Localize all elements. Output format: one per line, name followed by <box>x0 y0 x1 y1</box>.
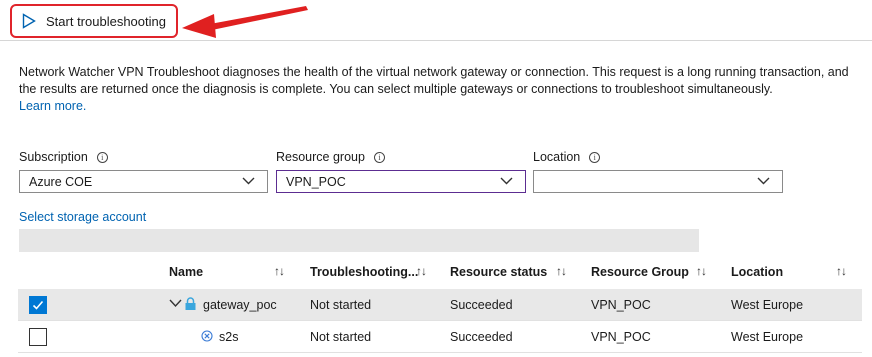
subscription-label: Subscription i <box>19 150 108 164</box>
gateway-table: Name ↑↓ Troubleshooting... ↑↓ Resource s… <box>18 259 862 353</box>
chevron-down-icon <box>242 177 255 185</box>
column-header-location[interactable]: Location <box>731 265 783 279</box>
chevron-down-icon <box>757 177 770 185</box>
location-select[interactable] <box>533 170 783 193</box>
row-location: West Europe <box>731 330 804 344</box>
select-storage-account-link[interactable]: Select storage account <box>19 210 146 224</box>
connection-icon <box>201 330 213 345</box>
info-icon[interactable]: i <box>589 151 601 163</box>
row-checkbox[interactable] <box>29 328 47 346</box>
row-name: gateway_poc <box>203 298 277 312</box>
sort-icon[interactable]: ↑↓ <box>696 264 707 278</box>
annotation-arrow-icon <box>182 6 308 38</box>
resource-group-value: VPN_POC <box>286 174 346 189</box>
sort-icon[interactable]: ↑↓ <box>836 264 847 278</box>
location-label: Location i <box>533 150 601 164</box>
column-header-troubleshooting[interactable]: Troubleshooting... <box>310 265 418 279</box>
sort-icon[interactable]: ↑↓ <box>556 264 567 278</box>
description-body: Network Watcher VPN Troubleshoot diagnos… <box>19 65 849 96</box>
info-icon[interactable]: i <box>96 151 108 163</box>
sort-icon[interactable]: ↑↓ <box>416 264 427 278</box>
column-header-name[interactable]: Name <box>169 265 203 279</box>
resource-group-select[interactable]: VPN_POC <box>276 170 526 193</box>
info-icon[interactable]: i <box>373 151 385 163</box>
resource-group-label: Resource group i <box>276 150 385 164</box>
row-resource-group: VPN_POC <box>591 330 651 344</box>
column-header-resource-group[interactable]: Resource Group <box>591 265 689 279</box>
row-checkbox[interactable] <box>29 296 47 314</box>
storage-account-field[interactable] <box>19 229 699 252</box>
row-troubleshooting: Not started <box>310 330 372 344</box>
subscription-value: Azure COE <box>29 174 93 189</box>
location-label-text: Location <box>533 150 581 164</box>
start-troubleshooting-button[interactable]: Start troubleshooting <box>10 4 178 38</box>
description-text: Network Watcher VPN Troubleshoot diagnos… <box>19 64 864 115</box>
subscription-select[interactable]: Azure COE <box>19 170 268 193</box>
row-resource-group: VPN_POC <box>591 298 651 312</box>
column-header-resource-status[interactable]: Resource status <box>450 265 547 279</box>
row-location: West Europe <box>731 298 804 312</box>
start-troubleshooting-label: Start troubleshooting <box>46 13 166 29</box>
expand-chevron-icon[interactable] <box>169 297 182 311</box>
resource-group-label-text: Resource group <box>276 150 365 164</box>
play-icon <box>22 13 36 29</box>
chevron-down-icon <box>500 177 513 185</box>
subscription-label-text: Subscription <box>19 150 88 164</box>
learn-more-link[interactable]: Learn more. <box>19 99 86 113</box>
table-row[interactable]: s2s Not started Succeeded VPN_POC West E… <box>18 321 862 353</box>
vpn-gateway-lock-icon <box>184 297 197 314</box>
table-row[interactable]: gateway_poc Not started Succeeded VPN_PO… <box>18 289 862 321</box>
row-resource-status: Succeeded <box>450 330 513 344</box>
row-name: s2s <box>219 330 239 344</box>
table-header: Name ↑↓ Troubleshooting... ↑↓ Resource s… <box>18 259 862 289</box>
row-troubleshooting: Not started <box>310 298 372 312</box>
sort-icon[interactable]: ↑↓ <box>274 264 285 278</box>
row-resource-status: Succeeded <box>450 298 513 312</box>
command-bar: Start troubleshooting <box>0 0 872 41</box>
